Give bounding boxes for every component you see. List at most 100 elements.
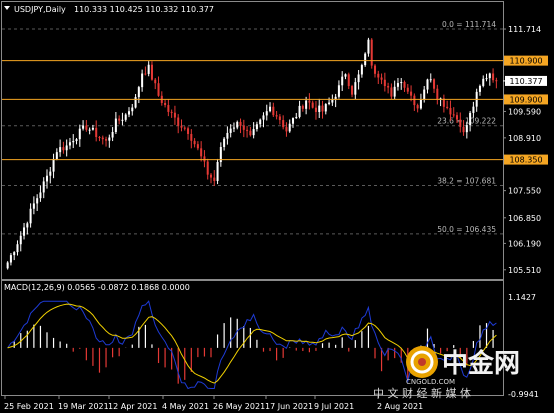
candle-bear — [410, 91, 413, 96]
candle-bull — [52, 158, 55, 172]
price-axis-label: 106.190 — [508, 239, 541, 248]
candle-bull — [341, 76, 344, 86]
fibonacci-label: 50.0 = 106.435 — [437, 225, 496, 234]
candle-bear — [495, 80, 498, 82]
candle-bull — [298, 105, 301, 117]
ohlc-readout: 110.333 110.425 110.332 110.377 — [74, 5, 214, 14]
fibonacci-label: 38.2 = 107.681 — [437, 177, 496, 186]
candle-bull — [482, 78, 485, 86]
time-axis-label: 9 Jul 2021 — [314, 402, 354, 411]
candle-bull — [45, 175, 49, 182]
candle-bear — [180, 125, 183, 128]
chart-canvas[interactable]: USDJPY,Daily 110.333 110.425 110.332 110… — [0, 0, 554, 413]
candle-bear — [347, 74, 350, 87]
candle-bear — [272, 106, 275, 116]
candle-bull — [121, 119, 124, 121]
time-axis-label: 2 Aug 2021 — [377, 402, 423, 411]
candle-bull — [13, 252, 16, 256]
candle-bull — [337, 85, 340, 97]
candle-bull — [78, 128, 81, 140]
candle-bear — [98, 137, 101, 139]
candle-bull — [236, 121, 239, 128]
candle-bull — [472, 106, 475, 113]
trading-chart[interactable]: USDJPY,Daily 110.333 110.425 110.332 110… — [0, 0, 554, 413]
candle-bull — [9, 255, 12, 263]
level-price-label: 109.900 — [509, 95, 542, 104]
candle-bear — [459, 119, 462, 127]
candle-bull — [49, 171, 52, 176]
candle-bear — [387, 86, 390, 88]
candle-bear — [370, 39, 373, 66]
candle-bull — [259, 119, 262, 125]
candle-bull — [19, 235, 22, 245]
candle-bear — [144, 73, 147, 75]
candle-bull — [357, 74, 360, 83]
candle-bear — [492, 73, 495, 81]
candle-bear — [190, 133, 193, 141]
candle-bear — [246, 129, 249, 131]
candle-bull — [488, 73, 491, 79]
price-axis-label: 109.590 — [508, 107, 541, 116]
candle-bull — [88, 129, 91, 131]
candle-bull — [400, 82, 403, 84]
price-axis-label: 111.714 — [508, 25, 541, 34]
candle-bull — [75, 139, 78, 142]
candle-bull — [485, 78, 488, 80]
candle-bull — [478, 85, 481, 92]
candle-bull — [232, 127, 235, 129]
candle-bull — [65, 145, 68, 151]
candle-bull — [26, 223, 29, 228]
candle-bear — [118, 118, 121, 121]
level-price-label: 108.350 — [509, 156, 542, 165]
candle-bear — [455, 115, 459, 120]
candle-bull — [269, 106, 272, 112]
candle-bull — [134, 97, 137, 108]
candle-bear — [62, 147, 65, 151]
symbol-label: USDJPY,Daily — [14, 5, 66, 14]
candle-bear — [105, 139, 108, 141]
candle-bull — [124, 114, 127, 120]
candle-bear — [249, 130, 252, 136]
candle-bull — [114, 118, 117, 132]
candle-bear — [433, 79, 436, 89]
candle-bull — [324, 104, 327, 112]
candle-bear — [196, 144, 199, 149]
candle-bear — [390, 87, 393, 97]
macd-axis-label: 1.1427 — [508, 293, 536, 302]
candle-bull — [147, 64, 150, 74]
candle-bull — [29, 208, 32, 224]
candle-bull — [223, 138, 226, 147]
candle-bull — [419, 99, 422, 109]
candle-bear — [164, 102, 167, 106]
candle-bear — [213, 177, 216, 181]
candle-bear — [173, 112, 176, 118]
candle-bull — [59, 147, 62, 153]
candle-bull — [364, 53, 367, 66]
candle-bull — [42, 181, 45, 193]
candle-bear — [157, 83, 160, 96]
candle-bear — [351, 86, 354, 95]
candle-bear — [150, 64, 153, 80]
time-axis-label: 17 Jun 2021 — [265, 402, 313, 411]
candle-bear — [321, 105, 324, 112]
candle-bull — [72, 141, 75, 143]
price-axis-label: 105.510 — [508, 266, 541, 275]
candle-bear — [95, 127, 98, 138]
candle-bear — [446, 106, 449, 109]
candle-bear — [462, 126, 465, 133]
level-price-label: 110.900 — [509, 57, 542, 66]
candle-bear — [278, 116, 281, 121]
candle-bear — [154, 79, 157, 84]
candle-bear — [183, 127, 186, 129]
candle-bull — [127, 111, 131, 115]
candle-bull — [344, 74, 347, 77]
macd-axis-label: -0.9941 — [508, 390, 539, 399]
candle-bull — [305, 100, 308, 109]
candle-bull — [23, 227, 26, 236]
candle-bear — [85, 125, 88, 130]
candle-bear — [403, 82, 406, 88]
fibonacci-label: 0.0 = 111.714 — [442, 20, 496, 29]
candle-bear — [380, 77, 383, 80]
candle-bear — [449, 108, 452, 115]
candle-bear — [373, 65, 377, 74]
